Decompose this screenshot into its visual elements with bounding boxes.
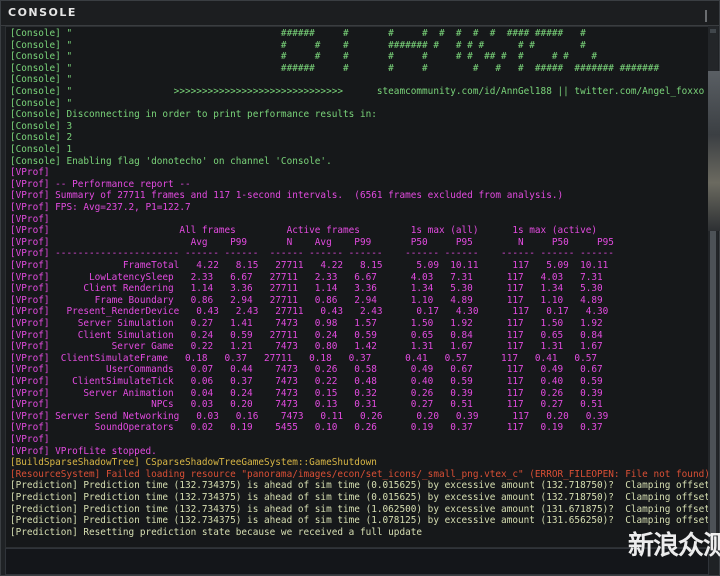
console-window: CONSOLE [Console] " ###### # # # # # # #… bbox=[0, 0, 720, 576]
log-line: [VProf] -- Performance report -- bbox=[10, 178, 191, 190]
scrollbar-thumb[interactable] bbox=[710, 222, 716, 540]
console-input[interactable] bbox=[5, 548, 709, 575]
background-game-art bbox=[708, 71, 720, 231]
log-line: [Console] 1 bbox=[10, 144, 73, 155]
log-line: [VProf] Client Simulation 0.24 0.59 2771… bbox=[10, 329, 603, 341]
log-line: [VProf] SoundOperators 0.02 0.19 5455 0.… bbox=[10, 422, 603, 434]
log-line: [VProf] Server Game 0.22 1.21 7473 0.80 … bbox=[10, 341, 603, 353]
log-line: [VProf] bbox=[10, 167, 50, 179]
log-line: [Console] " bbox=[10, 97, 73, 109]
log-line: [BuildSparseShadowTree] CSparseShadowTre… bbox=[10, 457, 377, 469]
log-line: [Prediction] Prediction time (132.734375… bbox=[10, 515, 709, 527]
log-line: [VProf] Frame Boundary 0.86 2.94 27711 0… bbox=[10, 294, 603, 306]
log-line: [VProf] Server Animation 0.04 0.24 7473 … bbox=[10, 387, 603, 399]
log-line: [VProf] ---------------------- ------ --… bbox=[10, 248, 614, 260]
log-line: [Console] 3 bbox=[10, 120, 73, 132]
log-line: [Prediction] Prediction time (132.734375… bbox=[10, 492, 709, 503]
log-line: [VProf] UserCommands 0.07 0.44 7473 0.26… bbox=[10, 364, 603, 376]
log-line: [Console] " # # # # # # # ## # # # # # bbox=[10, 51, 597, 63]
log-line: [VProf] All frames Active frames 1s max … bbox=[10, 225, 597, 237]
log-line: [VProf] ClientSimulateFrame 0.18 0.37 27… bbox=[10, 352, 597, 364]
log-line: [VProf] NPCs 0.03 0.20 7473 0.13 0.31 0.… bbox=[10, 399, 603, 411]
log-line: [Console] " ###### # # # # # # # #### ##… bbox=[10, 28, 586, 39]
log-line: [VProf] VProfLite stopped. bbox=[10, 445, 157, 457]
log-line: [Prediction] Prediction time (132.734375… bbox=[10, 503, 709, 515]
log-line: [VProf] bbox=[10, 434, 50, 445]
log-line: [VProf] FPS: Avg=237.2, P1=122.7 bbox=[10, 202, 191, 213]
log-line: [VProf] Client Rendering 1.14 3.36 27711… bbox=[10, 283, 603, 295]
log-line: [Console] " # # # ####### # # # # # # # bbox=[10, 39, 586, 51]
log-line: [Prediction] Prediction time (132.734375… bbox=[10, 480, 709, 492]
log-line: [Console] " bbox=[10, 74, 73, 86]
scroll-up-arrow-icon[interactable] bbox=[710, 29, 716, 33]
log-line: [Console] Disconnecting in order to prin… bbox=[10, 109, 377, 121]
log-line: [ResourceSystem] Failed loading resource… bbox=[10, 468, 709, 480]
log-line: [VProf] Avg P99 N Avg P99 P50 P95 N P50 … bbox=[10, 236, 614, 248]
window-title: CONSOLE bbox=[8, 6, 77, 19]
log-line: [VProf] Summary of 27711 frames and 117 … bbox=[10, 190, 564, 202]
watermark-text: 新浪众测 bbox=[628, 531, 720, 561]
log-line: [Console] 2 bbox=[10, 132, 73, 144]
log-line: [VProf] FrameTotal 4.22 8.15 27711 4.22 … bbox=[10, 260, 609, 271]
log-line: [VProf] LowLatencySleep 2.33 6.67 27711 … bbox=[10, 271, 603, 283]
watermark-logo: 新浪众测 bbox=[628, 525, 720, 565]
log-line: [VProf] Server Simulation 0.27 1.41 7473… bbox=[10, 318, 603, 329]
console-output: [Console] " ###### # # # # # # # #### ##… bbox=[5, 26, 709, 548]
log-line: [Console] " ###### # # # # # # ##### ###… bbox=[10, 62, 660, 74]
log-line: [Prediction] Resetting prediction state … bbox=[10, 526, 423, 538]
log-line: [VProf] bbox=[10, 213, 50, 225]
titlebar-edge-icon bbox=[697, 4, 715, 22]
console-titlebar[interactable]: CONSOLE bbox=[1, 1, 719, 26]
log-line: [Console] Enabling flag 'donotecho' on c… bbox=[10, 155, 332, 167]
log-line: [Console] " >>>>>>>>>>>>>>>>>>>>>>>>>>>>… bbox=[10, 86, 705, 97]
log-line: [VProf] ClientSimulateTick 0.06 0.37 747… bbox=[10, 376, 603, 387]
log-line: [VProf] Server Send Networking 0.03 0.16… bbox=[10, 410, 609, 422]
log-line: [VProf] Present_RenderDevice 0.43 2.43 2… bbox=[10, 306, 609, 318]
